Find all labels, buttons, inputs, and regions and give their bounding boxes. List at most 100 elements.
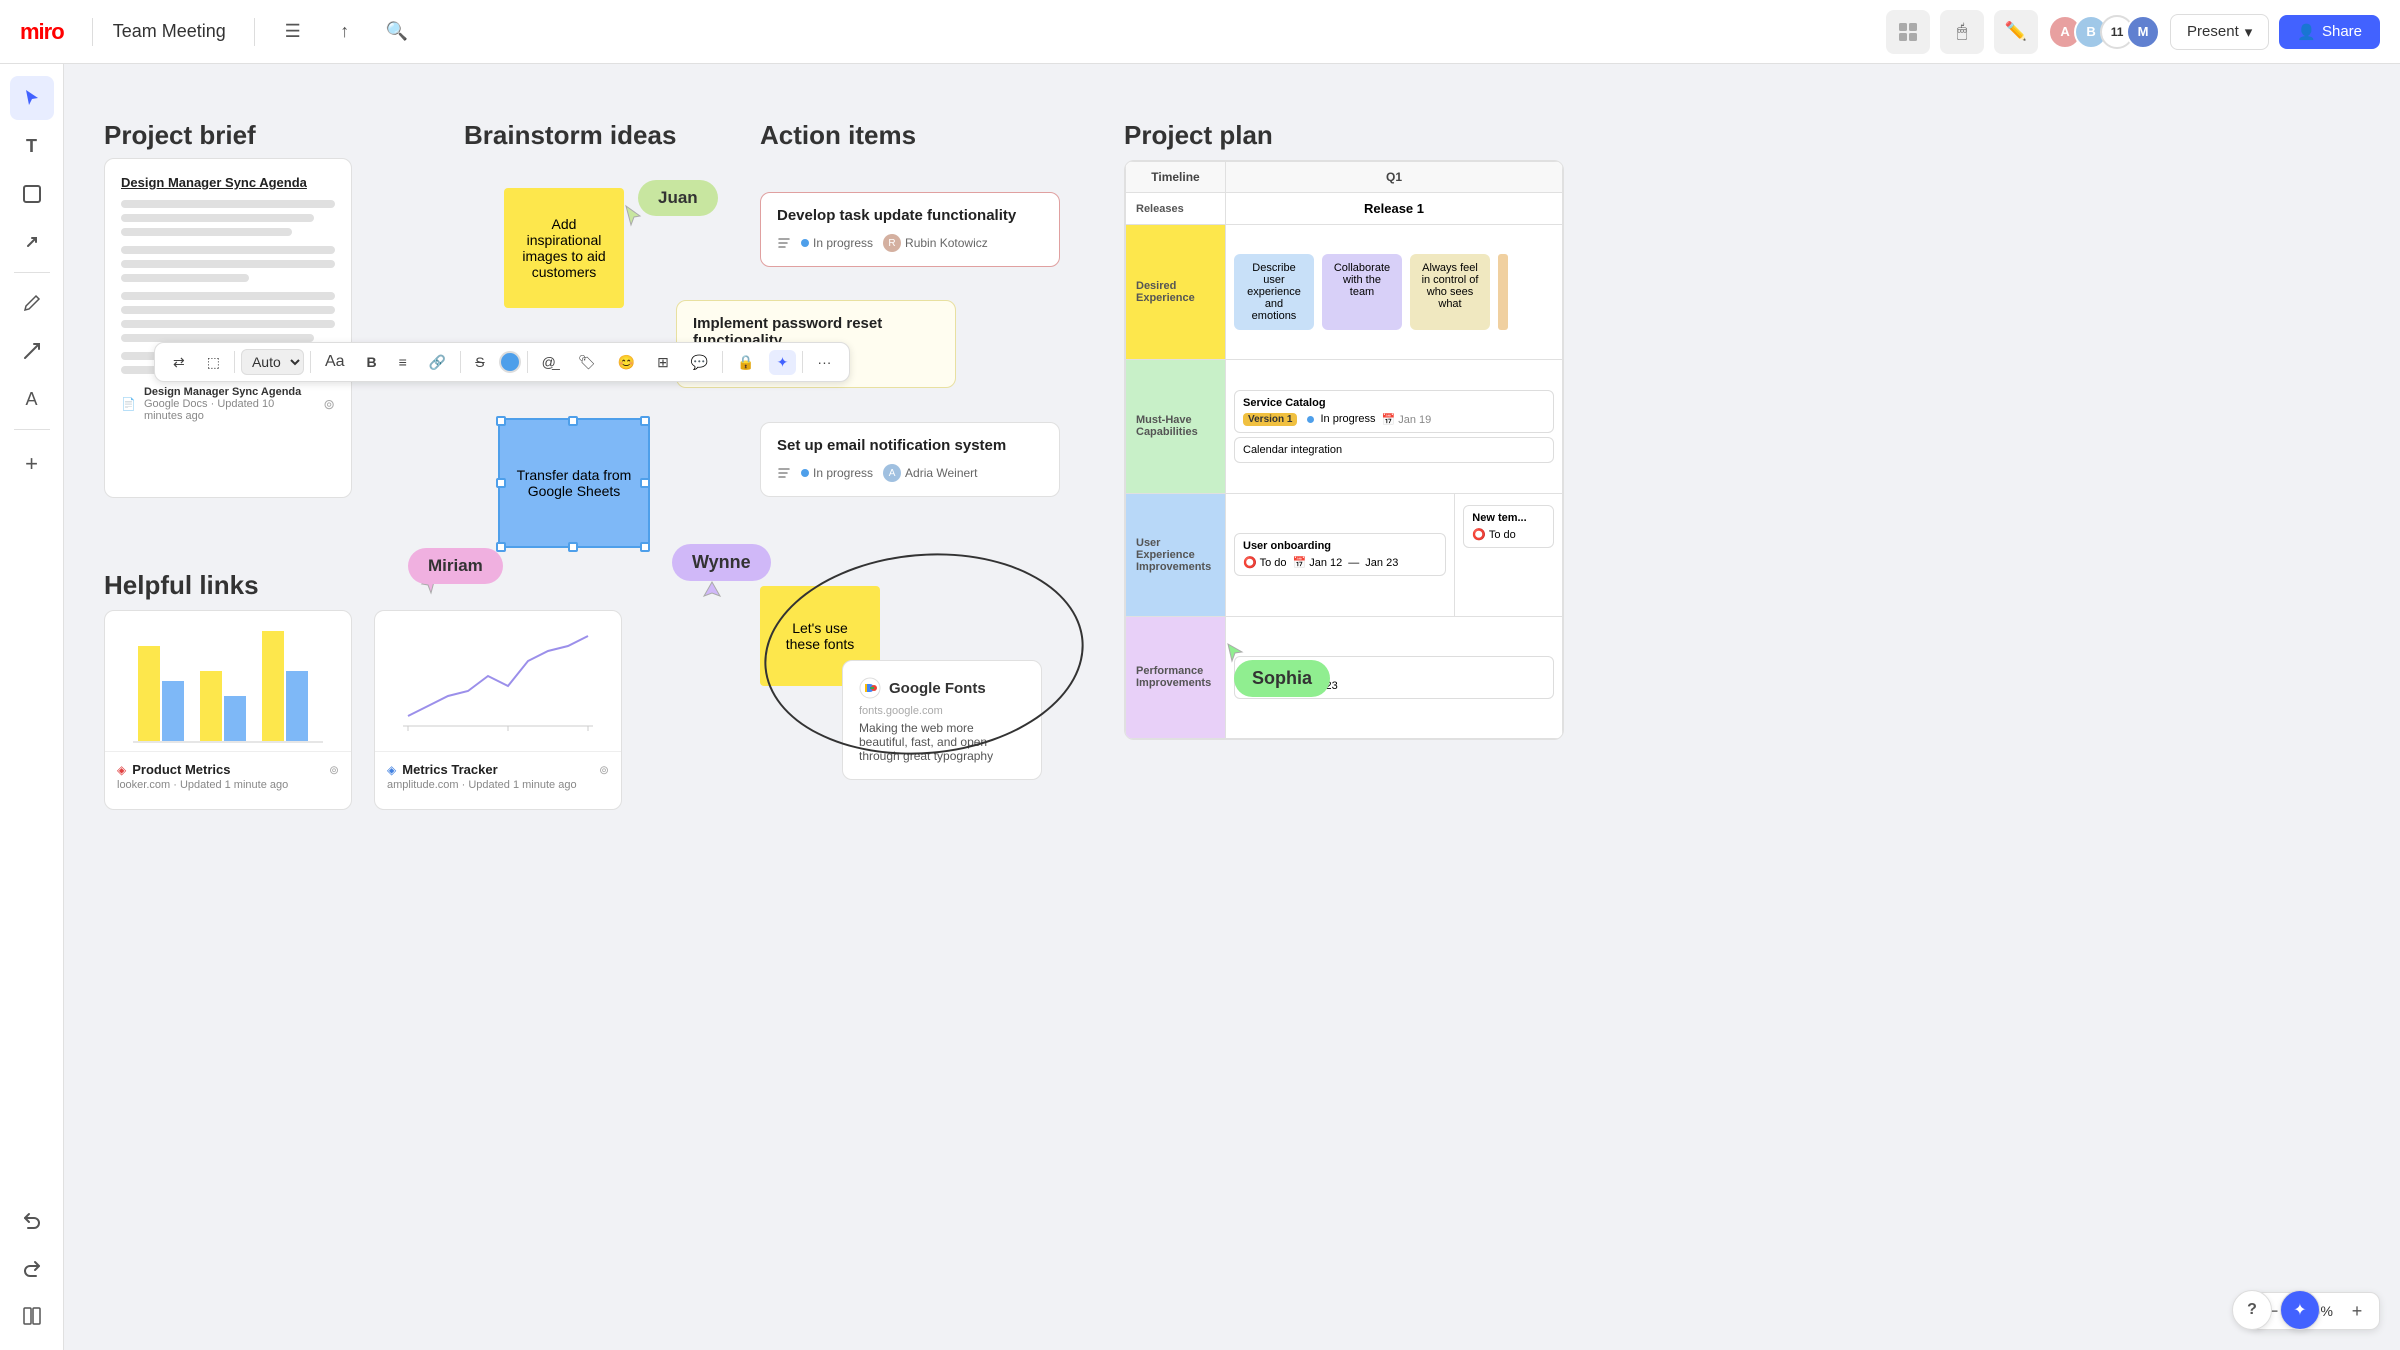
action-meta-1: In progress R Rubin Kotowicz [777,234,1043,252]
metrics-tracker-footer: ◈ Metrics Tracker ⊚ amplitude.com · Upda… [375,751,621,801]
arrow-tool[interactable] [10,329,54,373]
ctx-font-size[interactable]: Auto [241,349,304,375]
doc-overflow-icon[interactable]: ⊚ [323,396,335,413]
ctx-more-btn[interactable]: ··· [809,350,839,374]
separator2 [14,429,50,430]
card-describe[interactable]: Describe user experience and emotions [1234,254,1314,330]
left-toolbar: T A + [0,64,64,1350]
miriam-label: Miriam [408,548,503,584]
ctx-comment-btn[interactable]: 💬 [683,350,716,375]
text-tool[interactable]: T [10,124,54,168]
handle-tl[interactable] [496,416,506,426]
doc-line4 [121,246,335,254]
cursor-icon[interactable]: 🖱 [1940,10,1984,54]
user-onboarding-meta: ⭕ To do 📅 Jan 12 — Jan 23 [1243,556,1437,569]
doc-line2 [121,214,314,222]
handle-br[interactable] [640,542,650,552]
divider2 [254,18,255,46]
calendar-int-card[interactable]: Calendar integration [1234,437,1554,463]
ctx-color-picker[interactable] [499,351,521,373]
ctx-table-btn[interactable]: ⊞ [649,350,677,375]
ctx-ai-btn[interactable]: ✦ [769,350,797,375]
redo-tool[interactable] [10,1246,54,1290]
plus-tool[interactable]: + [10,442,54,486]
ctx-tag-btn[interactable]: 🏷 [570,350,604,375]
cursor-tool[interactable] [10,76,54,120]
amplitude-icon: ◈ [387,763,396,777]
card-control[interactable]: Always feel in control of who sees what [1410,254,1490,330]
action-list-icon-3 [777,466,791,480]
doc-line5 [121,260,335,268]
metrics-tracker-chart [375,611,621,751]
new-tem-status: ⭕ To do [1472,528,1545,541]
font-tool[interactable]: A [10,377,54,421]
handle-bl[interactable] [496,542,506,552]
status-dot-3 [801,469,809,477]
ctx-bold-btn[interactable]: B [359,350,385,374]
handle-tm[interactable] [568,416,578,426]
pen-icon[interactable]: ✏️ [1994,10,2038,54]
ctx-strike-btn[interactable]: S [467,350,492,374]
action-item-1[interactable]: Develop task update functionality In pro… [760,192,1060,267]
metrics-tracker-card[interactable]: ◈ Metrics Tracker ⊚ amplitude.com · Upda… [374,610,622,810]
search-icon[interactable]: 🔍 [379,14,415,50]
must-have-header: Must-Have Capabilities [1126,359,1226,494]
section-helpful-links: Helpful links [104,570,259,601]
pm-overflow[interactable]: ⊚ [329,763,339,777]
ai-button[interactable]: ✦ [2280,1290,2320,1330]
ctx-font-btn[interactable]: Aa [317,349,353,375]
section-brainstorm: Brainstorm ideas [464,120,676,151]
menu-icon[interactable]: ☰ [275,14,311,50]
present-button[interactable]: Present ▾ [2170,14,2269,50]
assignee-avatar-3: A [883,464,901,482]
card-extra [1498,254,1508,330]
google-fonts-card[interactable]: Google Fonts fonts.google.com Making the… [842,660,1042,780]
product-metrics-card[interactable]: ◈ Product Metrics ⊚ looker.com · Updated… [104,610,352,810]
juan-label: Juan [638,180,718,216]
avatar-main: M [2126,15,2160,49]
ctx-frame-btn[interactable]: ⬚ [199,350,228,375]
sticky-tool[interactable] [10,172,54,216]
handle-ml[interactable] [496,478,506,488]
ctx-emoji-btn[interactable]: 😊 [610,350,643,375]
ctx-move-btn[interactable]: ⇄ [165,350,193,375]
pen-tool[interactable] [10,281,54,325]
sticky-transfer-data[interactable]: Transfer data from Google Sheets [500,420,648,546]
apps-button[interactable] [1886,10,1930,54]
topbar-right: 🖱 ✏️ A B 11 M Present ▾ 👤 Share [1886,10,2380,54]
doc-line10 [121,334,314,342]
pages-tool[interactable] [10,1294,54,1338]
undo-tool[interactable] [10,1198,54,1242]
gf-url: fonts.google.com [859,705,1025,717]
link-tool[interactable] [10,220,54,264]
card-collaborate[interactable]: Collaborate with the team [1322,254,1402,330]
canvas[interactable]: ⇄ ⬚ Auto Aa B ≡ 🔗 S @̲ 🏷 😊 ⊞ 💬 🔒 ✦ ··· P… [64,64,2400,1350]
help-button[interactable]: ? [2232,1290,2272,1330]
handle-mr[interactable] [640,478,650,488]
mt-overflow[interactable]: ⊚ [599,763,609,777]
ctx-lock-btn[interactable]: 🔒 [729,350,762,375]
service-catalog-card[interactable]: Service Catalog Version 1 In progress 📅 … [1234,390,1554,433]
action-item-3[interactable]: Set up email notification system In prog… [760,422,1060,497]
section-project-plan: Project plan [1124,120,1273,151]
handle-bm[interactable] [568,542,578,552]
ctx-mention-btn[interactable]: @̲ [534,350,564,374]
ctx-div3 [460,351,461,373]
zoom-in-button[interactable]: + [2339,1293,2375,1329]
user-onboarding-card[interactable]: User onboarding ⭕ To do 📅 Jan 12 — Jan 2… [1234,533,1446,576]
version1-badge: Version 1 [1243,413,1297,426]
new-tem-card[interactable]: New tem... ⭕ To do [1463,505,1554,548]
ctx-align-btn[interactable]: ≡ [391,350,415,374]
doc-card[interactable]: Design Manager Sync Agenda 📄 Design Mana… [104,158,352,498]
handle-tr[interactable] [640,416,650,426]
desired-exp-cell: Describe user experience and emotions Co… [1226,225,1563,360]
section-project-brief: Project brief [104,120,256,151]
ctx-link-btn[interactable]: 🔗 [421,350,454,375]
desired-exp-header: Desired Experience [1126,225,1226,360]
sticky-add-images[interactable]: Add inspirational images to aid customer… [504,188,624,308]
new-tem-cell: New tem... ⭕ To do [1455,494,1563,616]
product-metrics-footer: ◈ Product Metrics ⊚ looker.com · Updated… [105,751,351,801]
export-icon[interactable]: ↑ [327,14,363,50]
action-status-3: In progress [801,466,873,480]
share-button[interactable]: 👤 Share [2279,15,2380,49]
